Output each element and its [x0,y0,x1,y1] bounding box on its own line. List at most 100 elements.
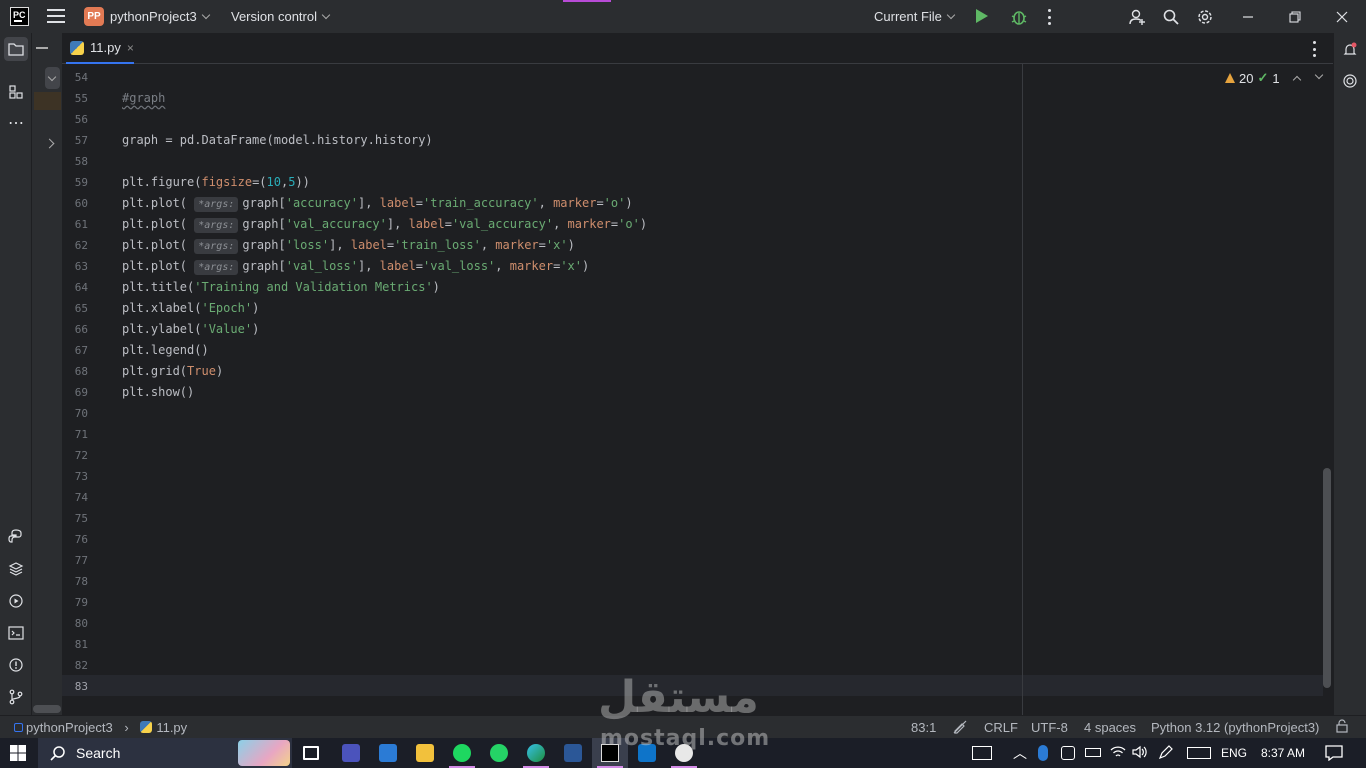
minimize-button[interactable] [1225,0,1271,33]
run-config-selector[interactable]: Current File [874,9,956,24]
wifi-icon[interactable] [1110,745,1126,762]
breadcrumb-separator-icon: › [124,720,129,735]
title-bar: PC PP pythonProject3 Version control Cur… [0,0,1366,33]
close-tab-icon[interactable]: × [127,41,134,55]
store-icon[interactable] [379,744,397,762]
indent-setting[interactable]: 4 spaces [1084,720,1136,735]
code-editor[interactable]: 54 55 56 57 58 59 60 61 62 63 64 65 66 67 68 69 70 71 72 73… [62,64,1333,715]
collapse-chevron-icon[interactable] [45,67,60,89]
clock[interactable]: 8:37 AM [1261,746,1305,760]
tab-11-py[interactable]: 11.py × [66,33,134,64]
search-placeholder: Search [76,745,121,761]
search-highlight-image [238,740,290,766]
more-tools-icon[interactable]: ⋯ [7,114,25,132]
ai-assistant-icon[interactable] [1342,73,1358,92]
chevron-down-icon[interactable] [1314,70,1323,80]
watermark-text: mostaql.com [600,726,771,751]
run-icon[interactable] [976,9,988,23]
input-language[interactable]: ENG [1221,746,1247,760]
left-tool-strip: ⋯ [0,33,32,715]
settings-gear-icon[interactable] [1196,8,1214,26]
more-actions-icon[interactable] [1046,9,1052,25]
git-branch-icon[interactable] [7,688,25,706]
camera-icon[interactable] [1061,746,1075,760]
breadcrumb-file[interactable]: 11.py [156,720,187,735]
pen-icon[interactable] [1158,745,1174,762]
hide-panel-icon[interactable] [36,47,48,49]
chevron-up-icon[interactable] [1292,75,1301,85]
bluetooth-icon[interactable] [1038,745,1048,761]
keyboard-icon[interactable] [1187,747,1211,759]
project-badge[interactable]: PP [84,7,104,26]
spotify-icon[interactable] [453,744,471,762]
whatsapp-icon[interactable] [490,744,508,762]
word-icon[interactable] [564,744,582,762]
breadcrumb-project[interactable]: pythonProject3 [26,720,113,735]
no-readonly-icon[interactable] [952,719,968,738]
code-line-64: plt.title('Training and Validation Metri… [122,280,440,294]
teams-icon[interactable] [342,744,360,762]
expand-chevron-icon[interactable] [44,138,55,149]
layers-icon[interactable] [7,560,25,578]
project-selector[interactable]: pythonProject3 [110,9,210,24]
file-explorer-icon[interactable] [416,744,434,762]
file-encoding[interactable]: UTF-8 [1031,720,1068,735]
python-file-icon [140,721,153,733]
restore-button[interactable] [1272,0,1318,33]
vertical-scrollbar[interactable] [1323,468,1331,688]
search-icon [50,746,65,761]
code-line-59: plt.figure(figsize=(10,5)) [122,175,310,189]
horizontal-scrollbar[interactable] [33,705,61,713]
code-line-62: plt.plot( *args: graph['loss'], label='tr… [122,238,575,254]
structure-icon[interactable] [7,83,25,101]
python-packages-icon[interactable] [7,528,25,546]
run-console-icon[interactable] [7,592,25,610]
line-number: 75 [74,512,88,525]
main-menu-icon[interactable] [47,9,65,23]
news-widget-icon[interactable] [972,746,992,760]
watermark-logo: مستقل [598,672,759,723]
line-number: 82 [74,659,88,672]
code-line-63: plt.plot( *args: graph['val_loss'], label… [122,259,590,275]
line-number: 65 [74,302,88,315]
line-number: 80 [74,617,88,630]
tab-actions-icon[interactable] [1313,41,1317,57]
line-number: 66 [74,323,88,336]
line-number: 71 [74,428,88,441]
lock-icon[interactable] [1335,719,1349,736]
chevron-down-icon [201,10,210,20]
right-tool-strip [1333,33,1366,715]
inspections-widget[interactable]: 20 ✓ 1 [1225,70,1323,86]
version-control-menu[interactable]: Version control [231,9,331,24]
line-number: 67 [74,344,88,357]
task-view-icon[interactable] [303,746,319,760]
caret-position[interactable]: 83:1 [911,720,936,735]
tray-overflow-icon[interactable]: ︿ [1013,743,1027,763]
windows-start-icon[interactable] [10,745,26,764]
line-number: 73 [74,470,88,483]
close-window-button[interactable] [1319,0,1365,33]
volume-icon[interactable] [1132,745,1148,762]
python-file-icon [70,40,84,55]
project-folder-icon[interactable] [4,37,28,61]
breadcrumb[interactable]: pythonProject3 › 11.py [14,720,187,735]
line-number: 56 [74,113,88,126]
line-number: 74 [74,491,88,504]
line-number: 60 [74,197,88,210]
search-icon[interactable] [1162,8,1180,26]
add-user-icon[interactable] [1128,8,1146,26]
line-number: 77 [74,554,88,567]
code-area[interactable]: #graph graph = pd.DataFrame(model.histor… [122,64,1322,715]
line-separator[interactable]: CRLF [984,720,1018,735]
taskbar-search-box[interactable]: Search [38,738,292,768]
python-interpreter[interactable]: Python 3.12 (pythonProject3) [1151,720,1319,735]
problems-icon[interactable] [7,656,25,674]
debug-icon[interactable] [1010,8,1028,26]
param-hint: *args: [194,260,239,275]
param-hint: *args: [194,239,239,254]
battery-icon[interactable] [1085,748,1101,757]
notification-center-icon[interactable] [1325,745,1343,764]
edge-icon[interactable] [527,744,545,762]
notifications-bell-icon[interactable] [1342,42,1358,61]
terminal-icon[interactable] [7,624,25,642]
